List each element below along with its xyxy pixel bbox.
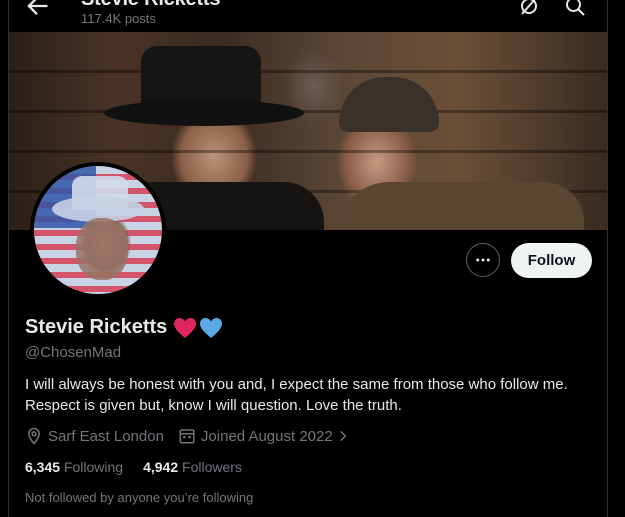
profile-column: Stevie Ricketts 117.4K posts <box>8 0 608 517</box>
following-label: Following <box>63 459 124 475</box>
calendar-icon <box>179 429 195 444</box>
profile-header: Stevie Ricketts 117.4K posts <box>9 0 607 32</box>
more-options-button[interactable] <box>466 243 500 277</box>
location-item: Sarf East London <box>25 427 164 445</box>
search-icon <box>566 0 585 16</box>
name-emojis <box>173 317 223 339</box>
header-title: Stevie Ricketts <box>81 0 220 11</box>
grok-button[interactable] <box>517 0 541 18</box>
joined-item[interactable]: Joined August 2022 <box>178 427 355 445</box>
joined-text: Joined August 2022 <box>200 427 333 445</box>
arrow-left-icon <box>27 0 48 15</box>
profile-bio: I will always be honest with you and, I … <box>25 376 568 414</box>
header-title-text: Stevie Ricketts <box>81 0 220 10</box>
search-button[interactable] <box>563 0 587 18</box>
followers-count: 4,942 <box>143 459 179 475</box>
back-button[interactable] <box>23 0 51 20</box>
location-text: Sarf East London <box>48 427 164 445</box>
user-handle: @ChosenMad <box>25 344 122 361</box>
posts-count: 117.4K posts <box>81 11 156 26</box>
followers-link[interactable]: 4,942 Followers <box>143 459 242 475</box>
location-pin-icon <box>27 427 41 445</box>
profile-avatar[interactable] <box>30 162 166 298</box>
following-count: 6,345 <box>25 459 61 475</box>
red-heart-icon <box>174 317 197 338</box>
display-name: Stevie Ricketts <box>25 316 223 339</box>
not-followed-note: Not followed by anyone you’re following <box>25 490 254 505</box>
blue-heart-icon <box>200 317 223 338</box>
followers-label: Followers <box>182 459 242 475</box>
chevron-right-icon <box>339 430 347 442</box>
display-name-text: Stevie Ricketts <box>25 316 168 338</box>
profile-meta: Sarf East London Joined August 2022 <box>25 427 369 445</box>
grok-icon <box>521 0 537 15</box>
follow-stats: 6,345 Following 4,942 Followers <box>25 459 262 475</box>
following-link[interactable]: 6,345 Following <box>25 459 123 475</box>
more-horizontal-icon <box>476 258 490 262</box>
follow-button[interactable]: Follow <box>511 243 592 278</box>
